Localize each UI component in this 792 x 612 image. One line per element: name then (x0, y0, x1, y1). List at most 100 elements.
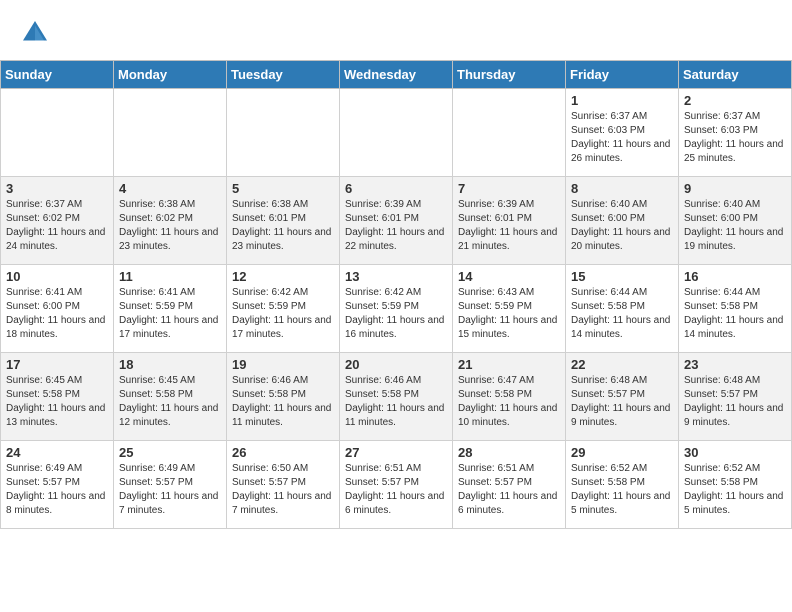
day-number: 15 (571, 269, 673, 284)
day-info: Sunrise: 6:39 AM Sunset: 6:01 PM Dayligh… (458, 198, 560, 254)
calendar-cell: 14 Sunrise: 6:43 AM Sunset: 5:59 PM Dayli… (453, 265, 566, 353)
calendar-week-row: 10 Sunrise: 6:41 AM Sunset: 6:00 PM Dayli… (1, 265, 792, 353)
day-info: Sunrise: 6:41 AM Sunset: 6:00 PM Dayligh… (6, 286, 108, 342)
calendar-cell: 23 Sunrise: 6:48 AM Sunset: 5:57 PM Dayli… (679, 353, 792, 441)
calendar-cell: 8 Sunrise: 6:40 AM Sunset: 6:00 PM Daylig… (566, 177, 679, 265)
day-info: Sunrise: 6:49 AM Sunset: 5:57 PM Dayligh… (119, 462, 221, 518)
day-info: Sunrise: 6:38 AM Sunset: 6:02 PM Dayligh… (119, 198, 221, 254)
weekday-header-row: SundayMondayTuesdayWednesdayThursdayFrid… (1, 61, 792, 89)
page-header (0, 0, 792, 56)
day-info: Sunrise: 6:47 AM Sunset: 5:58 PM Dayligh… (458, 374, 560, 430)
day-number: 23 (684, 357, 786, 372)
calendar-cell: 26Sunrise: 6:50 AM Sunset: 5:57 PM Dayli… (227, 441, 340, 529)
calendar-cell: 6 Sunrise: 6:39 AM Sunset: 6:01 PM Daylig… (340, 177, 453, 265)
day-number: 25 (119, 445, 221, 460)
day-info: Sunrise: 6:42 AM Sunset: 5:59 PM Dayligh… (345, 286, 447, 342)
calendar-cell: 27Sunrise: 6:51 AM Sunset: 5:57 PM Dayli… (340, 441, 453, 529)
day-number: 2 (684, 93, 786, 108)
day-number: 20 (345, 357, 447, 372)
weekday-header-sunday: Sunday (1, 61, 114, 89)
weekday-header-monday: Monday (114, 61, 227, 89)
day-number: 11 (119, 269, 221, 284)
logo (20, 18, 54, 48)
calendar-cell (340, 89, 453, 177)
calendar-cell: 24Sunrise: 6:49 AM Sunset: 5:57 PM Dayli… (1, 441, 114, 529)
calendar-cell: 10 Sunrise: 6:41 AM Sunset: 6:00 PM Dayli… (1, 265, 114, 353)
day-number: 4 (119, 181, 221, 196)
day-number: 18 (119, 357, 221, 372)
day-number: 13 (345, 269, 447, 284)
day-info: Sunrise: 6:43 AM Sunset: 5:59 PM Dayligh… (458, 286, 560, 342)
weekday-header-thursday: Thursday (453, 61, 566, 89)
calendar-cell: 19 Sunrise: 6:46 AM Sunset: 5:58 PM Dayli… (227, 353, 340, 441)
calendar-cell: 11 Sunrise: 6:41 AM Sunset: 5:59 PM Dayli… (114, 265, 227, 353)
calendar-cell (114, 89, 227, 177)
calendar-cell: 17 Sunrise: 6:45 AM Sunset: 5:58 PM Dayli… (1, 353, 114, 441)
weekday-header-friday: Friday (566, 61, 679, 89)
day-number: 3 (6, 181, 108, 196)
day-number: 9 (684, 181, 786, 196)
calendar-week-row: 3 Sunrise: 6:37 AM Sunset: 6:02 PM Daylig… (1, 177, 792, 265)
weekday-header-wednesday: Wednesday (340, 61, 453, 89)
day-info: Sunrise: 6:37 AM Sunset: 6:03 PM Dayligh… (571, 110, 673, 166)
day-number: 6 (345, 181, 447, 196)
calendar-cell (453, 89, 566, 177)
day-number: 16 (684, 269, 786, 284)
calendar-week-row: 24 Sunrise: 6:49 AM Sunset: 5:57 PM Dayli… (1, 441, 792, 529)
calendar-cell: 9 Sunrise: 6:40 AM Sunset: 6:00 PM Daylig… (679, 177, 792, 265)
calendar-cell: 18 Sunrise: 6:45 AM Sunset: 5:58 PM Dayli… (114, 353, 227, 441)
calendar-week-row: 1 Sunrise: 6:37 AM Sunset: 6:03 PM Daylig… (1, 89, 792, 177)
calendar-cell: 4 Sunrise: 6:38 AM Sunset: 6:02 PM Daylig… (114, 177, 227, 265)
day-number: 12 (232, 269, 334, 284)
calendar-cell: 15 Sunrise: 6:44 AM Sunset: 5:58 PM Dayli… (566, 265, 679, 353)
weekday-header-tuesday: Tuesday (227, 61, 340, 89)
calendar-header: SundayMondayTuesdayWednesdayThursdayFrid… (1, 61, 792, 89)
day-info: Sunrise: 6:51 AM Sunset: 5:57 PM Dayligh… (458, 462, 560, 518)
day-info: Sunrise: 6:45 AM Sunset: 5:58 PM Dayligh… (6, 374, 108, 430)
day-number: 14 (458, 269, 560, 284)
day-number: 30 (684, 445, 786, 460)
day-number: 24 (6, 445, 108, 460)
day-info: Sunrise: 6:48 AM Sunset: 5:57 PM Dayligh… (684, 374, 786, 430)
calendar-cell: 20 Sunrise: 6:46 AM Sunset: 5:58 PM Dayli… (340, 353, 453, 441)
logo-icon (20, 18, 50, 48)
day-info: Sunrise: 6:46 AM Sunset: 5:58 PM Dayligh… (345, 374, 447, 430)
day-info: Sunrise: 6:51 AM Sunset: 5:57 PM Dayligh… (345, 462, 447, 518)
day-info: Sunrise: 6:40 AM Sunset: 6:00 PM Dayligh… (684, 198, 786, 254)
day-info: Sunrise: 6:50 AM Sunset: 5:57 PM Dayligh… (232, 462, 334, 518)
calendar-cell: 5Sunrise: 6:38 AM Sunset: 6:01 PM Daylig… (227, 177, 340, 265)
weekday-header-saturday: Saturday (679, 61, 792, 89)
day-info: Sunrise: 6:52 AM Sunset: 5:58 PM Dayligh… (571, 462, 673, 518)
day-info: Sunrise: 6:41 AM Sunset: 5:59 PM Dayligh… (119, 286, 221, 342)
day-number: 22 (571, 357, 673, 372)
day-number: 10 (6, 269, 108, 284)
day-info: Sunrise: 6:44 AM Sunset: 5:58 PM Dayligh… (571, 286, 673, 342)
day-number: 8 (571, 181, 673, 196)
calendar-cell: 29 Sunrise: 6:52 AM Sunset: 5:58 PM Dayli… (566, 441, 679, 529)
day-number: 5 (232, 181, 334, 196)
calendar-cell: 1 Sunrise: 6:37 AM Sunset: 6:03 PM Daylig… (566, 89, 679, 177)
calendar-cell (1, 89, 114, 177)
day-number: 17 (6, 357, 108, 372)
day-info: Sunrise: 6:39 AM Sunset: 6:01 PM Dayligh… (345, 198, 447, 254)
day-number: 28 (458, 445, 560, 460)
day-info: Sunrise: 6:45 AM Sunset: 5:58 PM Dayligh… (119, 374, 221, 430)
calendar-cell: 28 Sunrise: 6:51 AM Sunset: 5:57 PM Dayli… (453, 441, 566, 529)
calendar-cell: 21Sunrise: 6:47 AM Sunset: 5:58 PM Dayli… (453, 353, 566, 441)
day-info: Sunrise: 6:40 AM Sunset: 6:00 PM Dayligh… (571, 198, 673, 254)
calendar-cell: 12 Sunrise: 6:42 AM Sunset: 5:59 PM Dayli… (227, 265, 340, 353)
calendar-week-row: 17 Sunrise: 6:45 AM Sunset: 5:58 PM Dayli… (1, 353, 792, 441)
day-info: Sunrise: 6:42 AM Sunset: 5:59 PM Dayligh… (232, 286, 334, 342)
day-number: 29 (571, 445, 673, 460)
calendar-cell: 25 Sunrise: 6:49 AM Sunset: 5:57 PM Dayli… (114, 441, 227, 529)
calendar-body: 1 Sunrise: 6:37 AM Sunset: 6:03 PM Daylig… (1, 89, 792, 529)
day-number: 1 (571, 93, 673, 108)
calendar-cell: 3 Sunrise: 6:37 AM Sunset: 6:02 PM Daylig… (1, 177, 114, 265)
calendar-cell: 2Sunrise: 6:37 AM Sunset: 6:03 PM Daylig… (679, 89, 792, 177)
day-info: Sunrise: 6:37 AM Sunset: 6:02 PM Dayligh… (6, 198, 108, 254)
day-number: 19 (232, 357, 334, 372)
day-info: Sunrise: 6:46 AM Sunset: 5:58 PM Dayligh… (232, 374, 334, 430)
calendar-cell: 13 Sunrise: 6:42 AM Sunset: 5:59 PM Dayli… (340, 265, 453, 353)
day-info: Sunrise: 6:48 AM Sunset: 5:57 PM Dayligh… (571, 374, 673, 430)
calendar-table: SundayMondayTuesdayWednesdayThursdayFrid… (0, 60, 792, 529)
